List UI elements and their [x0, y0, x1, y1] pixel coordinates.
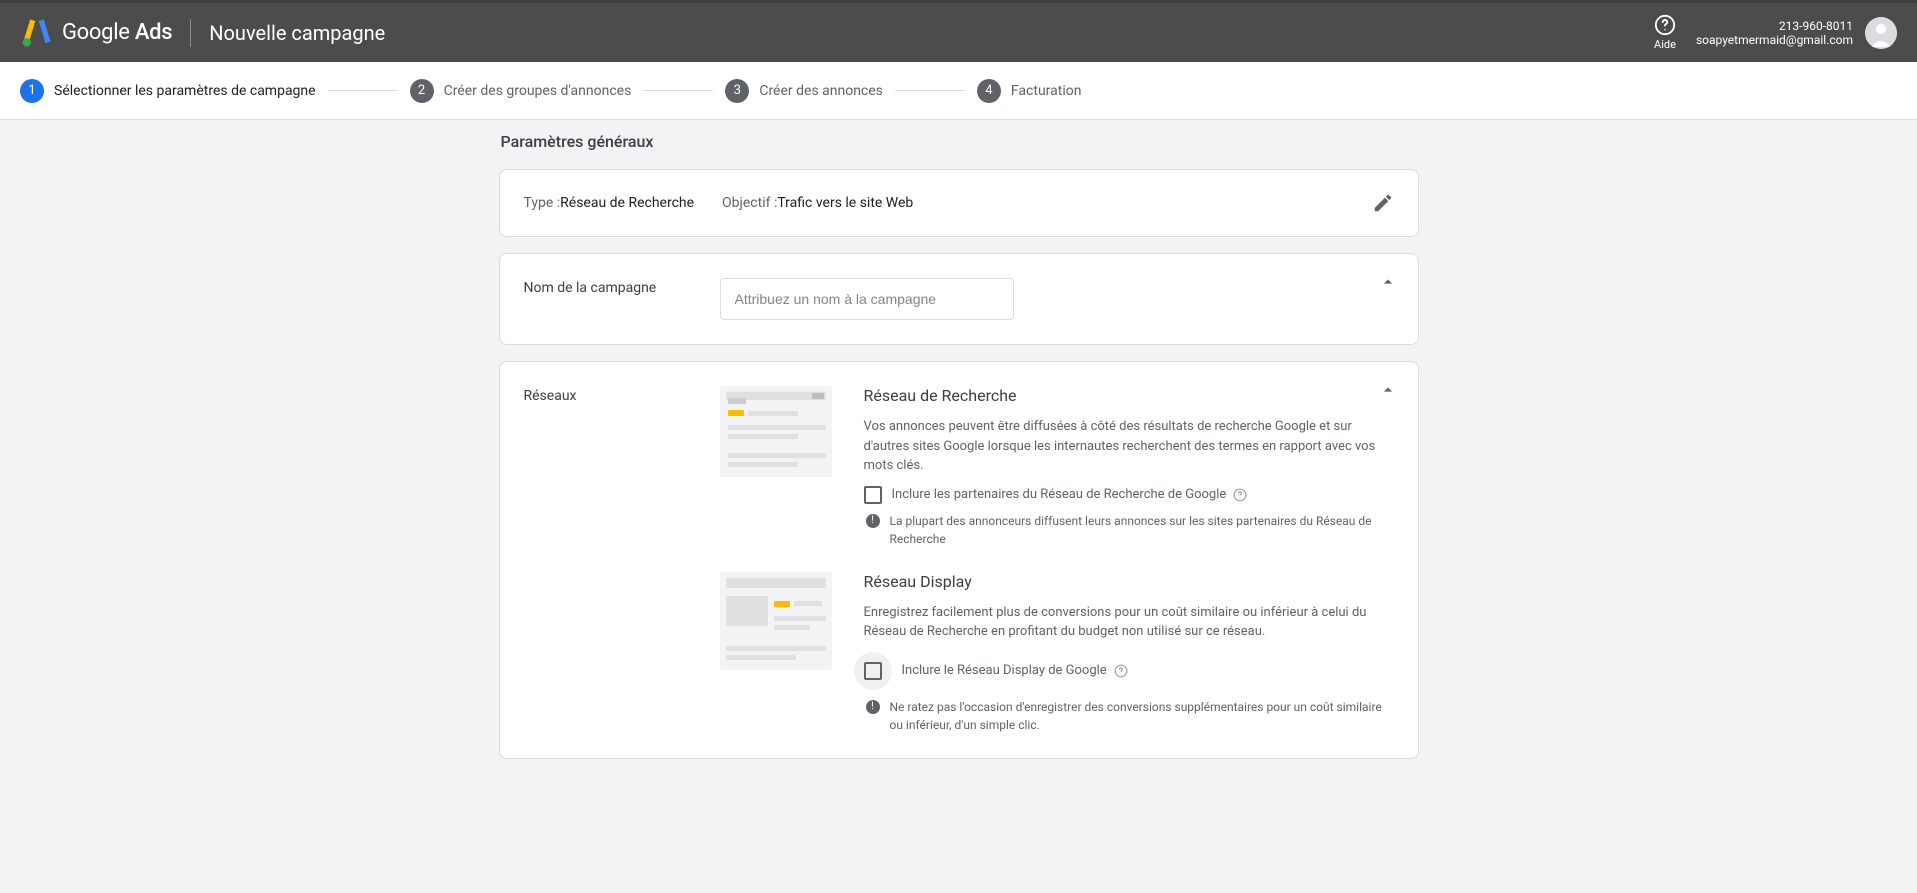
brand-name: Google Ads [62, 20, 172, 45]
help-button[interactable]: Aide [1654, 14, 1676, 51]
step-number: 3 [725, 79, 749, 103]
step-label: Créer des annonces [759, 83, 883, 99]
help-icon [1654, 14, 1676, 36]
step-number: 1 [20, 79, 44, 103]
section-heading: Paramètres généraux [501, 132, 1419, 151]
search-hint-text: La plupart des annonceurs diffusent leur… [890, 512, 1394, 548]
content-area: Paramètres généraux Type : Réseau de Rec… [489, 132, 1429, 815]
info-icon[interactable] [1113, 663, 1129, 679]
networks-label: Réseaux [524, 386, 720, 734]
step-connector [643, 90, 713, 91]
search-partners-checkbox[interactable] [864, 486, 882, 504]
step-4[interactable]: 4 Facturation [977, 79, 1082, 103]
display-hint-text: Ne ratez pas l'occasion d'enregistrer de… [890, 698, 1394, 734]
summary-card: Type : Réseau de Recherche Objectif : Tr… [499, 169, 1419, 237]
networks-card: Réseaux [499, 361, 1419, 759]
search-partners-label: Inclure les partenaires du Réseau de Rec… [892, 487, 1227, 502]
search-network-desc: Vos annonces peuvent être diffusées à cô… [864, 417, 1394, 476]
step-number: 2 [410, 79, 434, 103]
step-2[interactable]: 2 Créer des groupes d'annonces [410, 79, 632, 103]
display-include-checkbox[interactable] [864, 662, 882, 680]
search-network-title: Réseau de Recherche [864, 386, 1394, 405]
campaign-name-label: Nom de la campagne [524, 278, 720, 320]
step-3[interactable]: 3 Créer des annonces [725, 79, 883, 103]
display-network-desc: Enregistrez facilement plus de conversio… [864, 603, 1394, 642]
display-hint: ! Ne ratez pas l'occasion d'enregistrer … [864, 698, 1394, 734]
type-value: Réseau de Recherche [560, 195, 694, 211]
user-info: 213-960-8011 soapyetmermaid@gmail.com [1696, 19, 1853, 47]
display-network-title: Réseau Display [864, 572, 1394, 591]
google-ads-logo-icon [20, 16, 54, 50]
avatar-icon [1865, 17, 1897, 49]
info-icon[interactable] [1232, 487, 1248, 503]
step-label: Sélectionner les paramètres de campagne [54, 83, 316, 99]
step-connector [895, 90, 965, 91]
step-label: Créer des groupes d'annonces [444, 83, 632, 99]
divider [190, 19, 191, 47]
chevron-up-icon [1378, 272, 1398, 292]
campaign-name-input[interactable] [720, 278, 1014, 320]
page-title: Nouvelle campagne [209, 21, 385, 45]
edit-icon[interactable] [1372, 192, 1394, 214]
user-email: soapyetmermaid@gmail.com [1696, 33, 1853, 47]
stepper: 1 Sélectionner les paramètres de campagn… [0, 62, 1917, 120]
display-network-row: Réseau Display Enregistrez facilement pl… [720, 572, 1394, 734]
brand-logo-group[interactable]: Google Ads [20, 16, 172, 50]
collapse-toggle[interactable] [1376, 270, 1400, 294]
user-avatar[interactable] [1865, 17, 1897, 49]
display-thumbnail [720, 572, 832, 734]
display-include-label: Inclure le Réseau Display de Google [902, 663, 1107, 678]
step-number: 4 [977, 79, 1001, 103]
user-phone: 213-960-8011 [1779, 19, 1853, 33]
chevron-up-icon [1378, 380, 1398, 400]
campaign-name-card: Nom de la campagne [499, 253, 1419, 345]
help-label: Aide [1654, 38, 1676, 51]
step-connector [328, 90, 398, 91]
objective-value: Trafic vers le site Web [777, 195, 913, 211]
collapse-toggle[interactable] [1376, 378, 1400, 402]
step-label: Facturation [1011, 83, 1082, 99]
objective-label: Objectif : [722, 195, 777, 211]
search-hint: ! La plupart des annonceurs diffusent le… [864, 512, 1394, 548]
step-1[interactable]: 1 Sélectionner les paramètres de campagn… [20, 79, 316, 103]
hint-icon: ! [866, 700, 880, 714]
top-bar: Google Ads Nouvelle campagne Aide 213-96… [0, 0, 1917, 62]
hint-icon: ! [866, 514, 880, 528]
type-label: Type : [524, 195, 561, 211]
search-network-row: Réseau de Recherche Vos annonces peuvent… [720, 386, 1394, 548]
search-thumbnail [720, 386, 832, 548]
